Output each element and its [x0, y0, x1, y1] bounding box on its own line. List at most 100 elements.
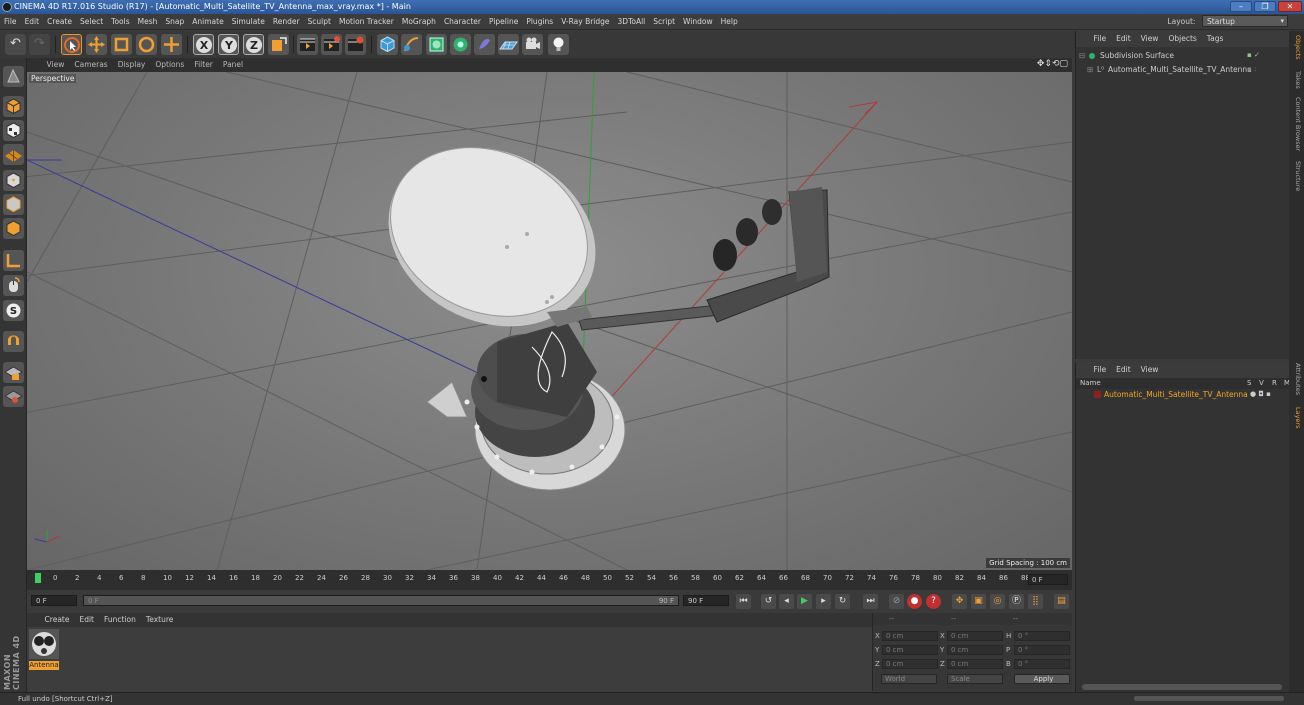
- move-tool-icon[interactable]: [86, 34, 107, 55]
- minimize-button[interactable]: –: [1230, 1, 1252, 12]
- tab-attributes[interactable]: Attributes: [1291, 363, 1302, 395]
- menu-sculpt[interactable]: Sculpt: [304, 14, 335, 30]
- render-to-picture-viewer-icon[interactable]: [321, 34, 342, 55]
- playhead-marker[interactable]: [35, 573, 41, 583]
- rotation-b-field[interactable]: 0 °: [1014, 659, 1070, 669]
- record-scale-icon[interactable]: ▣: [971, 594, 986, 609]
- menu-animate[interactable]: Animate: [188, 14, 227, 30]
- menu-create[interactable]: Create: [43, 14, 76, 30]
- go-to-previous-key-icon[interactable]: ↺: [761, 594, 776, 609]
- scale-tool-icon[interactable]: [111, 34, 132, 55]
- viewport-menu-panel[interactable]: Panel: [218, 58, 248, 72]
- go-to-end-icon[interactable]: ⏭: [863, 594, 878, 609]
- menu-mograph[interactable]: MoGraph: [398, 14, 440, 30]
- material-menu-edit[interactable]: Edit: [74, 613, 99, 627]
- expand-icon[interactable]: ⊟: [1079, 49, 1085, 62]
- keyframe-selection-icon[interactable]: ?: [926, 594, 941, 609]
- rotation-p-field[interactable]: 0 °: [1014, 645, 1070, 655]
- menu-vray-bridge[interactable]: V-Ray Bridge: [557, 14, 613, 30]
- layer-row[interactable]: Automatic_Multi_Satellite_TV_Antenna ● ◘…: [1076, 388, 1290, 401]
- record-pla-icon[interactable]: ⣿: [1028, 594, 1043, 609]
- viewport-3d[interactable]: Perspective Grid Spacing : 100 cm: [27, 72, 1072, 570]
- go-to-next-key-icon[interactable]: ↻: [835, 594, 850, 609]
- layout-dropdown[interactable]: Startup ▾: [1202, 15, 1288, 27]
- go-to-start-icon[interactable]: ⏮: [736, 594, 751, 609]
- scale-y-field[interactable]: 0 cm: [947, 645, 1003, 655]
- x-axis-lock-icon[interactable]: X: [193, 34, 214, 55]
- step-back-icon[interactable]: ◂: [779, 594, 794, 609]
- menu-3dtoall[interactable]: 3DToAll: [614, 14, 650, 30]
- coordinate-mode-dropdown[interactable]: World: [881, 674, 937, 684]
- menu-pipeline[interactable]: Pipeline: [485, 14, 522, 30]
- tab-content-browser[interactable]: Content Browser: [1291, 97, 1302, 151]
- tab-objects[interactable]: Objects: [1291, 35, 1302, 60]
- viewport-menu-options[interactable]: Options: [150, 58, 189, 72]
- model-mode-icon[interactable]: [3, 96, 24, 117]
- tweak-mode-icon[interactable]: [3, 275, 24, 296]
- autokeying-icon[interactable]: ●: [907, 594, 922, 609]
- scale-x-field[interactable]: 0 cm: [947, 631, 1003, 641]
- material-menu-texture[interactable]: Texture: [141, 613, 178, 627]
- axis-mode-icon[interactable]: [3, 250, 24, 271]
- position-y-field[interactable]: 0 cm: [882, 645, 938, 655]
- layer-menu-file[interactable]: File: [1089, 362, 1112, 378]
- expand-icon[interactable]: ⊞: [1087, 63, 1093, 76]
- obj-menu-tags[interactable]: Tags: [1202, 31, 1229, 47]
- maximize-button[interactable]: ❐: [1254, 1, 1276, 12]
- render-view-icon[interactable]: [297, 34, 318, 55]
- obj-menu-edit[interactable]: Edit: [1111, 31, 1136, 47]
- menu-motion-tracker[interactable]: Motion Tracker: [335, 14, 398, 30]
- select-tool-icon[interactable]: [61, 34, 82, 55]
- object-row-subdivision[interactable]: ⊟ Subdivision Surface ▪ ✓: [1076, 49, 1290, 62]
- material-swatch[interactable]: Antenna: [29, 629, 59, 670]
- step-forward-icon[interactable]: ▸: [816, 594, 831, 609]
- coordinate-system-icon[interactable]: [268, 34, 289, 55]
- visibility-icon[interactable]: ▪ :: [1247, 63, 1256, 76]
- menu-mesh[interactable]: Mesh: [134, 14, 162, 30]
- snap-icon[interactable]: S: [3, 300, 24, 321]
- menu-tools[interactable]: Tools: [107, 14, 133, 30]
- viewport-menu-cameras[interactable]: Cameras: [69, 58, 112, 72]
- planar-workplane-icon[interactable]: [3, 386, 24, 407]
- timeline-end-field[interactable]: 0 F: [1028, 574, 1068, 585]
- pen-spline-icon[interactable]: [401, 34, 422, 55]
- array-generator-icon[interactable]: [450, 34, 471, 55]
- polygons-mode-icon[interactable]: [3, 218, 24, 239]
- camera-icon[interactable]: [522, 34, 543, 55]
- status-scrollbar[interactable]: [1134, 696, 1284, 701]
- cube-primitive-icon[interactable]: [377, 34, 398, 55]
- record-position-icon[interactable]: ✥: [952, 594, 967, 609]
- record-rotation-icon[interactable]: ◎: [990, 594, 1005, 609]
- texture-mode-icon[interactable]: [3, 120, 24, 141]
- viewport-menu-view[interactable]: View: [42, 58, 70, 72]
- menu-snap[interactable]: Snap: [161, 14, 188, 30]
- menu-script[interactable]: Script: [649, 14, 679, 30]
- current-frame-field[interactable]: 0 F: [31, 595, 77, 606]
- scale-mode-dropdown[interactable]: Scale: [947, 674, 1003, 684]
- subdivision-surface-icon[interactable]: [426, 34, 447, 55]
- menu-edit[interactable]: Edit: [21, 14, 44, 30]
- layer-scrollbar[interactable]: [1082, 684, 1282, 690]
- menu-character[interactable]: Character: [440, 14, 485, 30]
- redo-icon[interactable]: ↷: [29, 34, 50, 55]
- object-row-antenna[interactable]: ⊞ L⁰ Automatic_Multi_Satellite_TV_Antenn…: [1076, 63, 1290, 76]
- menu-render[interactable]: Render: [269, 14, 304, 30]
- layer-toggle-icons[interactable]: ● ◘ ▪: [1250, 388, 1271, 401]
- visibility-icon[interactable]: ▪ ✓: [1247, 49, 1260, 62]
- render-settings-icon[interactable]: [345, 34, 366, 55]
- layer-menu-view[interactable]: View: [1136, 362, 1164, 378]
- workplane-mode-icon[interactable]: [3, 144, 24, 165]
- rotation-h-field[interactable]: 0 °: [1014, 631, 1070, 641]
- position-x-field[interactable]: 0 cm: [882, 631, 938, 641]
- z-axis-lock-icon[interactable]: Z: [243, 34, 264, 55]
- viewport-menu-display[interactable]: Display: [113, 58, 151, 72]
- deformer-icon[interactable]: [474, 34, 495, 55]
- material-menu-create[interactable]: Create: [40, 613, 75, 627]
- menu-simulate[interactable]: Simulate: [228, 14, 269, 30]
- record-keys-icon[interactable]: ⊘: [889, 594, 904, 609]
- position-z-field[interactable]: 0 cm: [882, 659, 938, 669]
- viewport-nav-icons[interactable]: ✥⇕⟲▢: [1037, 59, 1068, 69]
- max-frame-field[interactable]: 90 F: [683, 595, 729, 606]
- close-button[interactable]: ✕: [1278, 1, 1302, 12]
- points-mode-icon[interactable]: [3, 170, 24, 191]
